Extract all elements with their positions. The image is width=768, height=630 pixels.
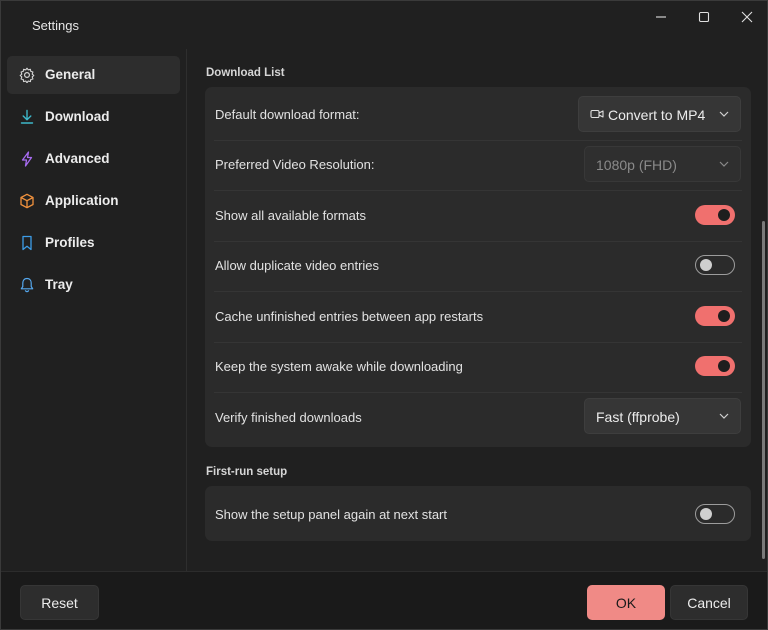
toggle-knob bbox=[718, 360, 730, 372]
setting-row-keep-awake: Keep the system awake while downloading bbox=[205, 342, 751, 392]
sidebar-item-application[interactable]: Application bbox=[7, 182, 180, 220]
setting-label: Preferred Video Resolution: bbox=[215, 157, 375, 172]
allow-duplicates-toggle[interactable] bbox=[695, 255, 735, 275]
setting-label: Keep the system awake while downloading bbox=[215, 359, 463, 374]
chevron-down-icon bbox=[719, 161, 729, 167]
show-formats-toggle[interactable] bbox=[695, 205, 735, 225]
sidebar-item-label: Tray bbox=[45, 277, 73, 292]
download-list-card: Default download format: Convert to MP4 … bbox=[205, 87, 751, 447]
section-title-first-run: First-run setup bbox=[206, 466, 288, 478]
bell-icon bbox=[19, 277, 35, 293]
sidebar-item-label: Advanced bbox=[45, 151, 110, 166]
first-run-card: Show the setup panel again at next start bbox=[205, 486, 751, 541]
ok-button[interactable]: OK bbox=[587, 585, 665, 620]
setting-label: Show all available formats bbox=[215, 208, 367, 223]
sidebar-item-profiles[interactable]: Profiles bbox=[7, 224, 180, 262]
setting-label: Allow duplicate video entries bbox=[215, 258, 380, 273]
video-camera-icon bbox=[590, 109, 604, 119]
gear-icon bbox=[19, 67, 35, 83]
maximize-button[interactable] bbox=[684, 7, 724, 27]
reset-button[interactable]: Reset bbox=[20, 585, 99, 620]
dialog-footer: Reset OK Cancel bbox=[1, 571, 767, 629]
setting-label: Default download format: bbox=[215, 107, 360, 122]
setting-label: Cache unfinished entries between app res… bbox=[215, 309, 484, 324]
cancel-button[interactable]: Cancel bbox=[670, 585, 748, 620]
toggle-knob bbox=[718, 310, 730, 322]
title-bar: Settings bbox=[1, 1, 767, 49]
cache-entries-toggle[interactable] bbox=[695, 306, 735, 326]
bookmark-icon bbox=[19, 235, 35, 251]
default-format-dropdown[interactable]: Convert to MP4 bbox=[578, 96, 741, 132]
toggle-knob bbox=[700, 508, 712, 520]
setting-row-show-setup: Show the setup panel again at next start bbox=[205, 489, 751, 539]
sidebar-item-label: Download bbox=[45, 109, 110, 124]
section-title-download-list: Download List bbox=[206, 67, 285, 79]
settings-content: Download List Default download format: C… bbox=[188, 49, 767, 571]
setting-row-default-format: Default download format: Convert to MP4 bbox=[205, 90, 751, 140]
sidebar-item-general[interactable]: General bbox=[7, 56, 180, 94]
setting-label: Show the setup panel again at next start bbox=[215, 507, 447, 522]
close-button[interactable] bbox=[727, 7, 767, 27]
dropdown-value: Convert to MP4 bbox=[608, 107, 706, 123]
keep-awake-toggle[interactable] bbox=[695, 356, 735, 376]
verify-downloads-dropdown[interactable]: Fast (ffprobe) bbox=[584, 398, 741, 434]
download-icon bbox=[19, 109, 35, 125]
sidebar-item-label: Application bbox=[45, 193, 119, 208]
sidebar-item-label: Profiles bbox=[45, 235, 95, 250]
scrollbar[interactable] bbox=[762, 221, 765, 559]
resolution-dropdown[interactable]: 1080p (FHD) bbox=[584, 146, 741, 182]
chevron-down-icon bbox=[719, 111, 729, 117]
chevron-down-icon bbox=[719, 413, 729, 419]
sidebar-item-download[interactable]: Download bbox=[7, 98, 180, 136]
close-icon bbox=[741, 11, 753, 23]
minimize-button[interactable] bbox=[641, 7, 681, 27]
setting-row-verify-downloads: Verify finished downloads Fast (ffprobe) bbox=[205, 393, 751, 443]
toggle-knob bbox=[718, 209, 730, 221]
setting-row-resolution: Preferred Video Resolution: 1080p (FHD) bbox=[205, 140, 751, 190]
cube-icon bbox=[19, 193, 35, 209]
window-title: Settings bbox=[32, 18, 79, 33]
setting-row-cache-entries: Cache unfinished entries between app res… bbox=[205, 292, 751, 342]
sidebar-item-advanced[interactable]: Advanced bbox=[7, 140, 180, 178]
dropdown-value: 1080p (FHD) bbox=[596, 157, 677, 173]
dropdown-value: Fast (ffprobe) bbox=[596, 409, 680, 425]
sidebar-item-tray[interactable]: Tray bbox=[7, 266, 180, 304]
sidebar-item-label: General bbox=[45, 67, 96, 82]
setting-row-allow-duplicates: Allow duplicate video entries bbox=[205, 241, 751, 291]
show-setup-toggle[interactable] bbox=[695, 504, 735, 524]
maximize-icon bbox=[698, 11, 710, 23]
settings-window: Settings General Download Advanced Appli… bbox=[0, 0, 768, 630]
minimize-icon bbox=[656, 16, 666, 18]
sidebar: General Download Advanced Application Pr… bbox=[1, 49, 187, 571]
setting-row-show-formats: Show all available formats bbox=[205, 191, 751, 241]
toggle-knob bbox=[700, 259, 712, 271]
setting-label: Verify finished downloads bbox=[215, 410, 362, 425]
lightning-icon bbox=[19, 151, 35, 167]
